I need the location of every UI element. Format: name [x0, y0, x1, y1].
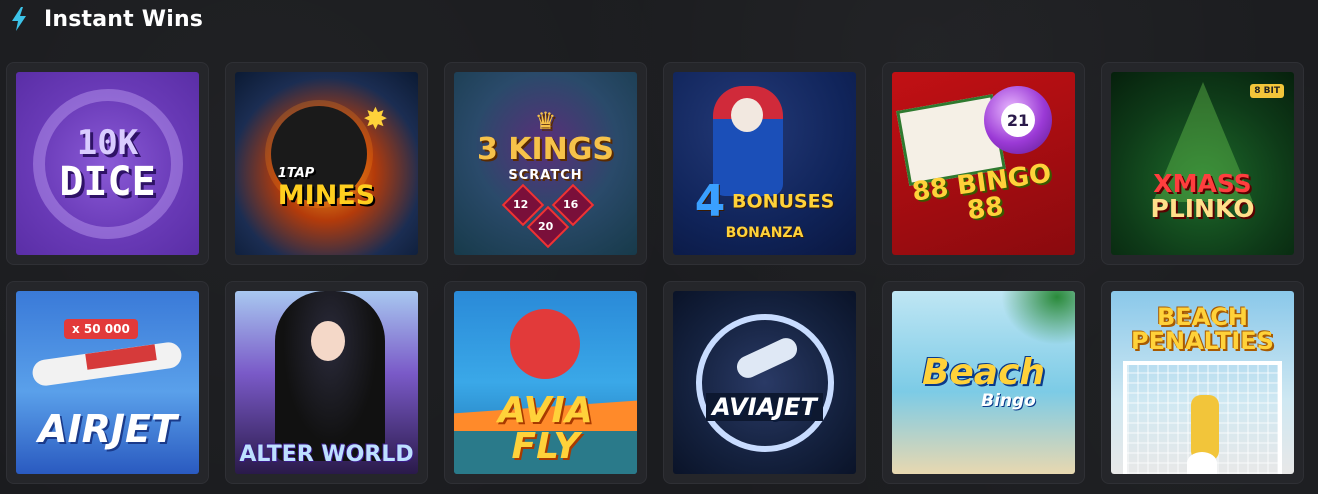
game-title: 1TAP MINES	[277, 165, 376, 211]
game-thumbnail[interactable]: AVIAJET	[673, 291, 856, 474]
game-thumbnail[interactable]: 8 BIT XMASS PLINKO	[1111, 72, 1294, 255]
game-card-xmass-plinko[interactable]: 8 BIT XMASS PLINKO	[1101, 62, 1304, 265]
game-title: ♛ 3 KINGS SCRATCH	[476, 107, 615, 183]
scratch-number: 12	[513, 198, 529, 211]
game-thumbnail[interactable]: 21 88 BINGO 88	[892, 72, 1075, 255]
game-title: XMASS PLINKO	[1150, 168, 1255, 223]
game-card-10k-dice[interactable]: 10K DICE	[6, 62, 209, 265]
palm-leaves-graphic	[1001, 291, 1075, 345]
game-thumbnail[interactable]: AVIA FLY	[454, 291, 637, 474]
lightning-bolt-icon	[10, 6, 30, 32]
game-thumbnail[interactable]: x 50 000 AIRJET	[16, 291, 199, 474]
airplane-graphic	[510, 309, 580, 379]
game-card-beach-penalties[interactable]: BEACH PENALTIES	[1101, 281, 1304, 484]
section-header: Instant Wins	[10, 4, 203, 34]
game-card-4-bonuses-bonanza[interactable]: 4 BONUSES BONANZA	[663, 62, 866, 265]
game-title: Beach Bingo	[921, 352, 1046, 411]
game-thumbnail[interactable]: 10K DICE	[16, 72, 199, 255]
game-title: AVIA FLY	[498, 389, 593, 467]
game-thumbnail[interactable]: ALTER WORLD	[235, 291, 418, 474]
game-thumbnail[interactable]: BEACH PENALTIES	[1111, 291, 1294, 474]
scratch-number: 20	[538, 220, 554, 233]
spark-icon: ✸	[362, 102, 388, 137]
8-bit-badge: 8 BIT	[1250, 84, 1284, 98]
game-card-airjet[interactable]: x 50 000 AIRJET	[6, 281, 209, 484]
game-title: BEACH PENALTIES	[1131, 302, 1274, 355]
ring-graphic	[695, 313, 834, 452]
game-card-88-bingo-88[interactable]: 21 88 BINGO 88	[882, 62, 1085, 265]
section-title: Instant Wins	[44, 6, 204, 32]
game-thumbnail[interactable]: Beach Bingo	[892, 291, 1075, 474]
game-title: ALTER WORLD	[239, 441, 414, 467]
game-card-3-kings-scratch[interactable]: ♛ 3 KINGS SCRATCH 12 16 20	[444, 62, 647, 265]
multiplier-badge: x 50 000	[64, 319, 138, 339]
scratch-number: 16	[563, 198, 579, 211]
game-thumbnail[interactable]: ✸ 1TAP MINES	[235, 72, 418, 255]
bingo-ball-icon: 21	[984, 86, 1052, 154]
game-card-1tap-mines[interactable]: ✸ 1TAP MINES	[225, 62, 428, 265]
game-card-avia-fly[interactable]: AVIA FLY	[444, 281, 647, 484]
character-face	[311, 321, 345, 361]
game-card-aviajet[interactable]: AVIAJET	[663, 281, 866, 484]
game-thumbnail[interactable]: 4 BONUSES BONANZA	[673, 72, 856, 255]
game-title: 10K DICE	[59, 122, 156, 205]
game-title: AVIAJET	[706, 392, 823, 421]
game-card-alter-world[interactable]: ALTER WORLD	[225, 281, 428, 484]
character-figure	[275, 291, 385, 461]
game-grid: 10K DICE ✸ 1TAP MINES ♛ 3 KINGS SCRATCH	[6, 62, 1304, 484]
crown-icon: ♛	[534, 107, 557, 135]
soccer-ball-icon	[1187, 452, 1217, 474]
goalkeeper-figure	[1191, 395, 1219, 461]
game-title: AIRJET	[38, 406, 177, 451]
jester-face	[731, 98, 763, 132]
game-card-beach-bingo[interactable]: Beach Bingo	[882, 281, 1085, 484]
game-title: 4 BONUSES BONANZA	[694, 175, 835, 241]
game-thumbnail[interactable]: ♛ 3 KINGS SCRATCH 12 16 20	[454, 72, 637, 255]
